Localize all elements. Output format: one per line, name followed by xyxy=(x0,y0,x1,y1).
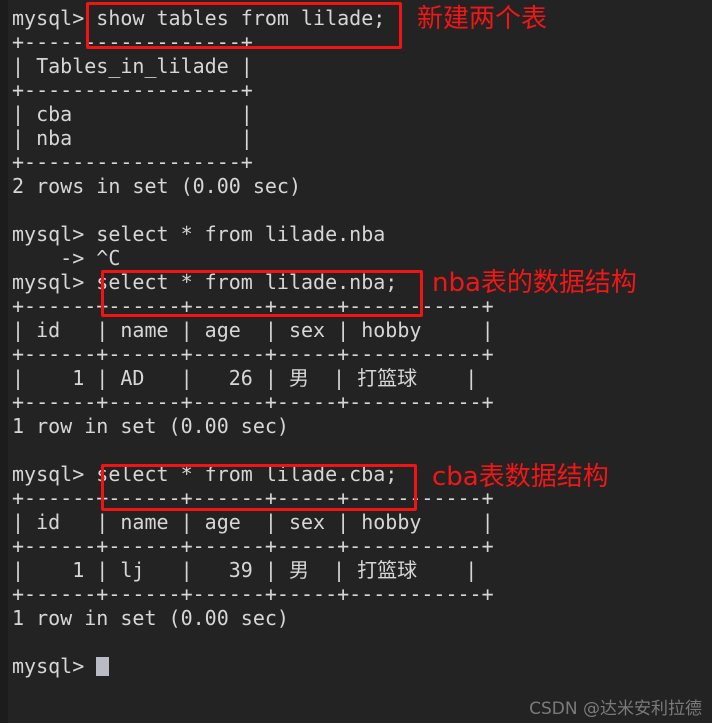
csdn-watermark: CSDN @达米安利拉德 xyxy=(529,699,702,719)
terminal-line: | Tables_in_lilade | xyxy=(12,54,253,78)
terminal-line: | id | name | age | sex | hobby | xyxy=(12,510,494,534)
terminal-line: | cba | xyxy=(12,102,253,126)
terminal-line: | nba | xyxy=(12,126,253,150)
prompt-label: mysql> xyxy=(12,654,97,678)
annotation-nba-structure: nba表的数据结构 xyxy=(432,268,637,298)
terminal-line: | id | name | age | sex | hobby | xyxy=(12,318,494,342)
terminal-line: 2 rows in set (0.00 sec) xyxy=(12,174,301,198)
terminal-line: +------+------+------+-----+-----------+ xyxy=(12,390,494,414)
text-cursor xyxy=(96,657,110,676)
terminal-line: +------------------+ xyxy=(12,78,253,102)
left-gutter xyxy=(0,0,8,723)
terminal-line: 1 row in set (0.00 sec) xyxy=(12,606,289,630)
terminal-line: mysql> show tables from lilade; xyxy=(12,6,386,30)
terminal-line: +------------------+ xyxy=(12,30,253,54)
terminal-screenshot: mysql> show tables from lilade; +-------… xyxy=(0,0,712,723)
terminal-line: +------+------+------+-----+-----------+ xyxy=(12,534,494,558)
terminal-line: 1 row in set (0.00 sec) xyxy=(12,414,289,438)
terminal-prompt-line[interactable]: mysql> xyxy=(8,654,712,678)
terminal-line: +------+------+------+-----+-----------+ xyxy=(12,582,494,606)
annotation-cba-structure: cba表数据结构 xyxy=(432,462,609,492)
annotation-new-tables: 新建两个表 xyxy=(417,4,548,34)
terminal-line: | 1 | lj | 39 | 男 | 打篮球 | xyxy=(12,558,478,582)
terminal-output-area[interactable]: mysql> show tables from lilade; +-------… xyxy=(8,0,712,723)
terminal-line: +------+------+------+-----+-----------+ xyxy=(12,342,494,366)
terminal-line: -> ^C xyxy=(12,246,121,270)
terminal-line: +------------------+ xyxy=(12,150,253,174)
terminal-line: | 1 | AD | 26 | 男 | 打篮球 | xyxy=(12,366,478,390)
terminal-line: mysql> select * from lilade.nba xyxy=(12,222,386,246)
